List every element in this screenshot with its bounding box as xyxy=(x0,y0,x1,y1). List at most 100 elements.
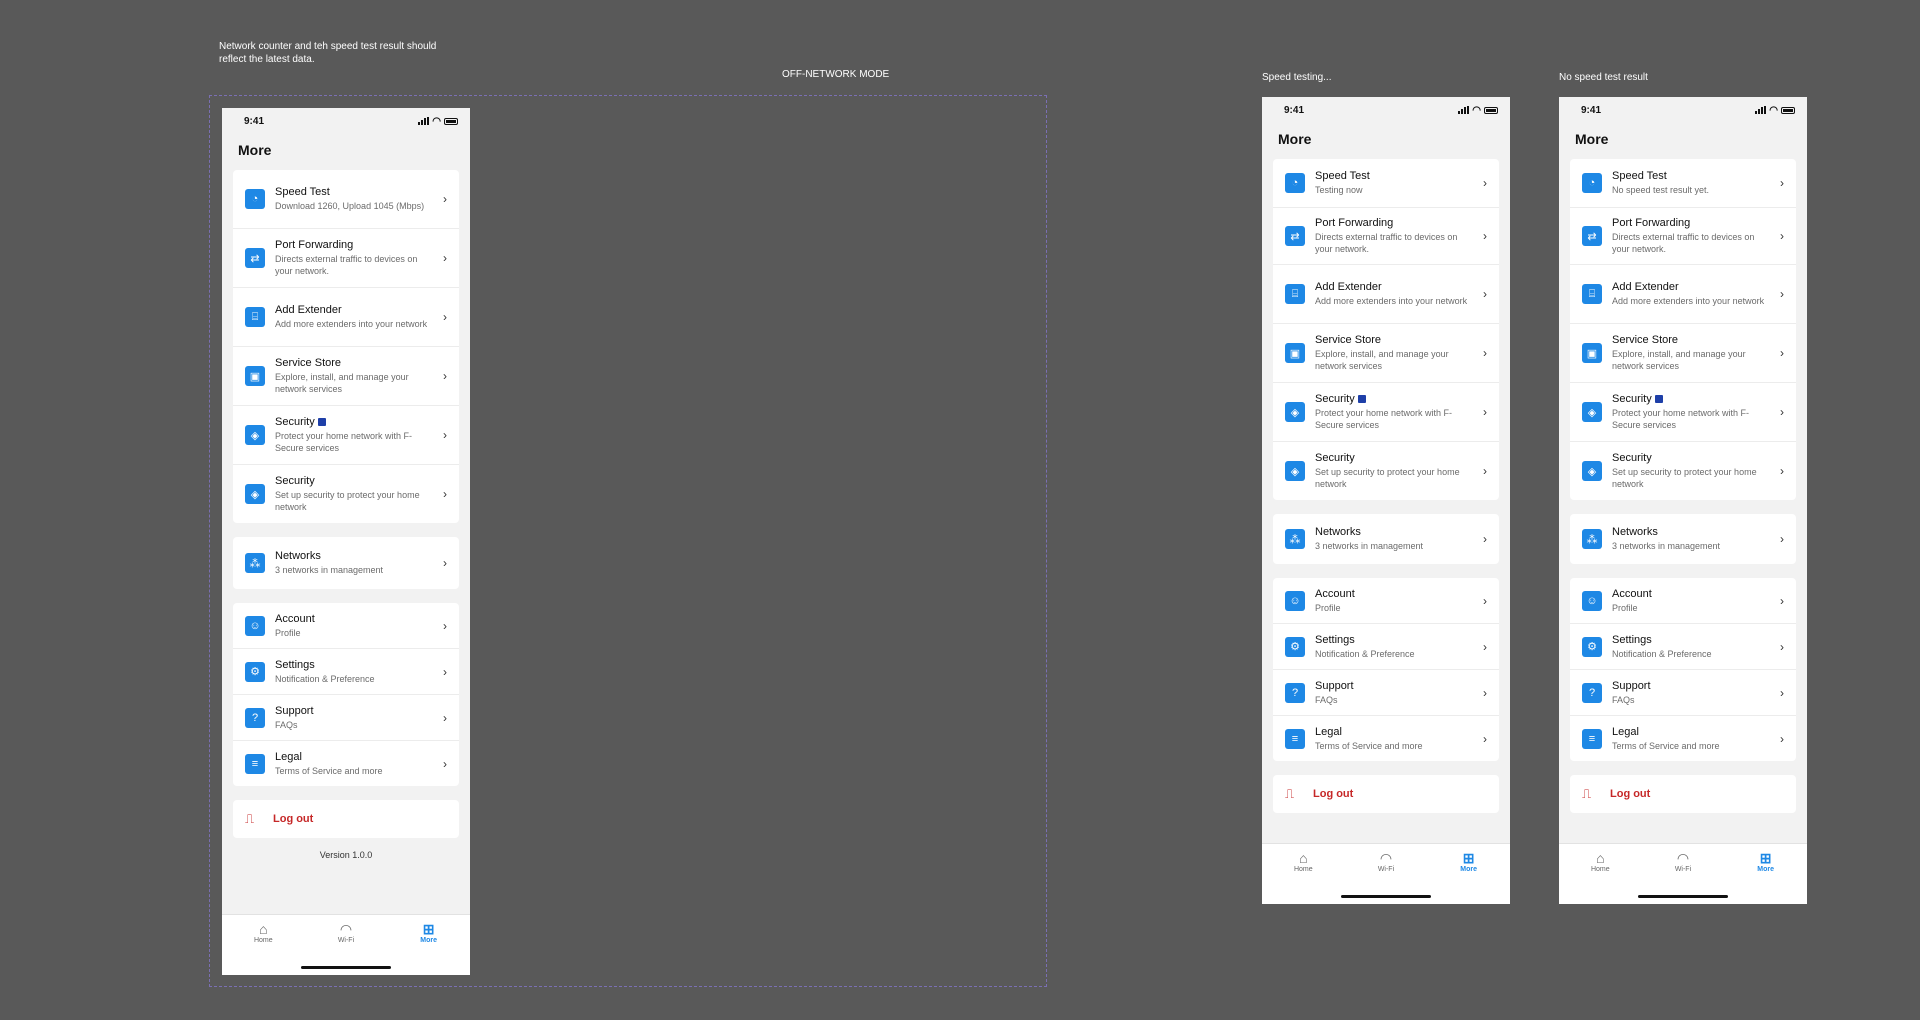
tab-wifi[interactable]: ◠ Wi-Fi xyxy=(316,921,376,944)
menu-item-legal[interactable]: ≡ Legal Terms of Service and more › xyxy=(233,741,459,786)
menu-item-speed-test[interactable]: ◔ Speed Test Testing now › xyxy=(1273,159,1499,208)
tab-more[interactable]: ⊞ More xyxy=(1439,850,1499,873)
logout-button[interactable]: ⎍ Log out xyxy=(1570,775,1796,813)
phone-speed-testing: 9:41 ◠ More ◔ Speed Test Testing now › ⇄ … xyxy=(1262,97,1510,904)
chevron-right-icon: › xyxy=(1483,346,1487,360)
item-label: Service Store xyxy=(1315,334,1382,346)
menu-item-networks[interactable]: ⁂ Networks 3 networks in management › xyxy=(1570,514,1796,564)
menu-item-settings[interactable]: ⚙ Settings Notification & Preference › xyxy=(1273,624,1499,670)
menu-item-legal[interactable]: ≡ Legal Terms of Service and more › xyxy=(1273,716,1499,761)
item-label: Speed Test xyxy=(1612,170,1667,182)
chevron-right-icon: › xyxy=(1483,287,1487,301)
home-icon: ⌂ xyxy=(259,921,268,937)
menu-item-service-store[interactable]: ▣ Service Store Explore, install, and man… xyxy=(233,347,459,406)
chevron-right-icon: › xyxy=(1780,176,1784,190)
menu-item-security-fsecure[interactable]: ◈ Security Protect your home network with… xyxy=(233,406,459,465)
logout-label: Log out xyxy=(1610,788,1651,800)
battery-icon xyxy=(1484,106,1498,114)
gear-icon: ⚙ xyxy=(1582,636,1602,657)
tab-wifi[interactable]: ◠ Wi-Fi xyxy=(1356,850,1416,873)
speedometer-icon: ◔ xyxy=(245,189,265,209)
item-subtitle: Directs external traffic to devices on y… xyxy=(1315,232,1458,254)
menu-item-security-setup[interactable]: ◈ Security Set up security to protect you… xyxy=(233,465,459,523)
item-subtitle: Explore, install, and manage your networ… xyxy=(1315,349,1449,371)
tab-more[interactable]: ⊞ More xyxy=(399,921,459,944)
shield-icon: ◈ xyxy=(245,425,265,445)
menu-item-port-forwarding[interactable]: ⇄ Port Forwarding Directs external traffi… xyxy=(1570,208,1796,265)
menu-item-port-forwarding[interactable]: ⇄ Port Forwarding Directs external traffi… xyxy=(1273,208,1499,265)
tab-home[interactable]: ⌂ Home xyxy=(1273,850,1333,873)
document-icon: ≡ xyxy=(245,753,265,774)
menu-item-support[interactable]: ? Support FAQs › xyxy=(1570,670,1796,716)
tab-label: Home xyxy=(1293,866,1313,873)
wifi-icon: ◠ xyxy=(1676,850,1690,866)
item-subtitle: Add more extenders into your network xyxy=(1315,296,1468,306)
menu-item-speed-test[interactable]: ◔ Speed Test Download 1260, Upload 1045 (… xyxy=(233,170,459,229)
help-icon: ? xyxy=(245,707,265,728)
logout-button[interactable]: ⎍ Log out xyxy=(1273,775,1499,813)
chevron-right-icon: › xyxy=(443,487,447,501)
item-label: Account xyxy=(275,612,315,625)
item-subtitle: Notification & Preference xyxy=(1315,648,1415,659)
menu-item-networks[interactable]: ⁂ Networks 3 networks in management › xyxy=(1273,514,1499,564)
caption-no-result: No speed test result xyxy=(1559,72,1648,83)
menu-item-account[interactable]: ☺ Account Profile › xyxy=(1273,578,1499,624)
item-subtitle: Testing now xyxy=(1315,185,1363,195)
menu-item-port-forwarding[interactable]: ⇄ Port Forwarding Directs external traffi… xyxy=(233,229,459,288)
tab-label: More xyxy=(1757,866,1774,873)
wifi-status-icon: ◠ xyxy=(1769,104,1778,116)
gear-icon: ⚙ xyxy=(245,661,265,682)
menu-item-add-extender[interactable]: ⌸ Add Extender Add more extenders into yo… xyxy=(233,288,459,347)
status-time: 9:41 xyxy=(1284,104,1305,116)
menu-item-add-extender[interactable]: ⌸ Add Extender Add more extenders into yo… xyxy=(1273,265,1499,324)
home-indicator xyxy=(1341,895,1431,898)
tab-more[interactable]: ⊞ More xyxy=(1736,850,1796,873)
chevron-right-icon: › xyxy=(1483,639,1487,654)
menu-item-legal[interactable]: ≡ Legal Terms of Service and more › xyxy=(1570,716,1796,761)
tab-home[interactable]: ⌂ Home xyxy=(233,921,293,944)
menu-item-settings[interactable]: ⚙ Settings Notification & Preference › xyxy=(1570,624,1796,670)
logout-button[interactable]: ⎍ Log out xyxy=(233,800,459,838)
menu-item-networks[interactable]: ⁂ Networks 3 networks in management › xyxy=(233,537,459,589)
logout-label: Log out xyxy=(273,813,314,825)
logout-label: Log out xyxy=(1313,788,1354,800)
tab-wifi[interactable]: ◠ Wi-Fi xyxy=(1653,850,1713,873)
menu-item-security-setup[interactable]: ◈ Security Set up security to protect you… xyxy=(1570,442,1796,500)
item-subtitle: Download 1260, Upload 1045 (Mbps) xyxy=(275,201,425,211)
status-bar: 9:41 ◠ xyxy=(1262,97,1510,123)
item-subtitle: Add more extenders into your network xyxy=(275,319,428,329)
help-icon: ? xyxy=(1285,682,1305,703)
tab-home[interactable]: ⌂ Home xyxy=(1570,850,1630,873)
item-subtitle: Terms of Service and more xyxy=(1612,740,1720,751)
item-label: Networks xyxy=(1315,526,1361,538)
menu-item-service-store[interactable]: ▣ Service Store Explore, install, and man… xyxy=(1273,324,1499,383)
menu-item-security-fsecure[interactable]: ◈ Security Protect your home network with… xyxy=(1570,383,1796,442)
menu-item-speed-test[interactable]: ◔ Speed Test No speed test result yet. › xyxy=(1570,159,1796,208)
chevron-right-icon: › xyxy=(443,618,447,633)
door-icon: ⎍ xyxy=(1285,786,1295,801)
menu-item-add-extender[interactable]: ⌸ Add Extender Add more extenders into yo… xyxy=(1570,265,1796,324)
item-label: Account xyxy=(1612,587,1652,600)
menu-item-service-store[interactable]: ▣ Service Store Explore, install, and man… xyxy=(1570,324,1796,383)
shield-icon: ◈ xyxy=(1582,461,1602,481)
menu-item-account[interactable]: ☺ Account Profile › xyxy=(233,603,459,649)
mode-title: OFF-NETWORK MODE xyxy=(782,69,890,80)
wifi-icon: ◠ xyxy=(1379,850,1393,866)
menu-item-account[interactable]: ☺ Account Profile › xyxy=(1570,578,1796,624)
grid-icon: ⊞ xyxy=(422,921,435,937)
menu-item-security-fsecure[interactable]: ◈ Security Protect your home network with… xyxy=(1273,383,1499,442)
signal-icon xyxy=(1755,106,1767,114)
page-title: More xyxy=(1278,131,1312,147)
menu-item-support[interactable]: ? Support FAQs › xyxy=(1273,670,1499,716)
door-icon: ⎍ xyxy=(245,811,255,826)
networks-card: ⁂ Networks 3 networks in management › xyxy=(1570,514,1796,564)
logout-card: ⎍ Log out xyxy=(1570,775,1796,813)
item-subtitle: 3 networks in management xyxy=(1612,541,1721,551)
store-icon: ▣ xyxy=(245,366,265,386)
item-label: Add Extender xyxy=(1315,281,1382,293)
tab-bar: ⌂ Home ◠ Wi-Fi ⊞ More xyxy=(222,914,470,975)
menu-item-security-setup[interactable]: ◈ Security Set up security to protect you… xyxy=(1273,442,1499,500)
fsecure-badge-icon xyxy=(1654,395,1663,404)
menu-item-support[interactable]: ? Support FAQs › xyxy=(233,695,459,741)
menu-item-settings[interactable]: ⚙ Settings Notification & Preference › xyxy=(233,649,459,695)
